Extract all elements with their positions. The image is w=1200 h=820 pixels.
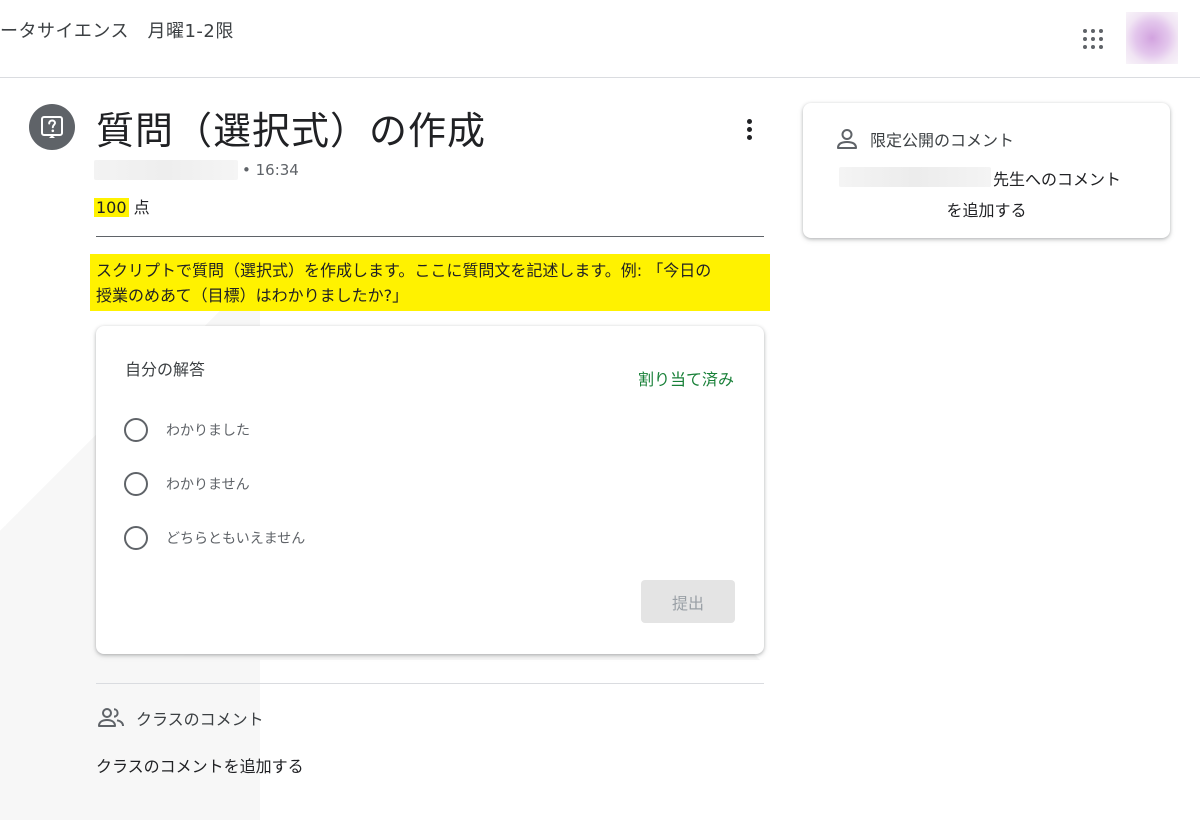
points: 100 点 xyxy=(94,194,150,218)
class-comments-label: クラスのコメント xyxy=(136,710,264,729)
author-name-redacted xyxy=(94,160,238,180)
option-label: どちらともいえません xyxy=(166,531,306,547)
private-comments-header: 限定公開のコメント xyxy=(836,127,1014,151)
private-comments-card: 限定公開のコメント 先生へのコメント を追加する xyxy=(803,103,1170,238)
instructions-line: スクリプトで質問（選択式）を作成します。ここに質問文を記述します。例: 「今日の xyxy=(96,261,712,280)
apps-grid-icon[interactable] xyxy=(1080,26,1106,52)
top-bar: ータサイエンス 月曜1-2限 xyxy=(0,0,1200,78)
add-private-comment-link[interactable]: を追加する xyxy=(803,197,1170,221)
radio-button[interactable] xyxy=(124,526,148,550)
more-vert-icon[interactable] xyxy=(736,114,762,144)
option-wakarimashita[interactable]: わかりました xyxy=(124,418,250,442)
radio-button[interactable] xyxy=(124,472,148,496)
teacher-name-redacted xyxy=(839,167,991,187)
people-icon xyxy=(98,708,124,727)
divider xyxy=(96,683,764,684)
class-comments-header: クラスのコメント xyxy=(98,706,264,730)
add-private-comment-link[interactable]: 先生へのコメント xyxy=(993,166,1121,190)
instructions-line: 授業のめあて（目標）はわかりましたか?」 xyxy=(96,286,409,305)
option-label: わかりません xyxy=(166,477,250,493)
post-time: • 16:34 xyxy=(242,161,299,179)
instructions: スクリプトで質問（選択式）を作成します。ここに質問文を記述します。例: 「今日の… xyxy=(90,254,770,311)
question-mark-icon xyxy=(29,104,75,150)
person-icon xyxy=(837,129,857,149)
radio-button[interactable] xyxy=(124,418,148,442)
option-dochiratomo[interactable]: どちらともいえません xyxy=(124,526,305,550)
option-label: わかりました xyxy=(166,423,250,439)
page-title: 質問（選択式）の作成 xyxy=(96,109,487,153)
option-wakarimasen[interactable]: わかりません xyxy=(124,472,250,496)
points-unit: 点 xyxy=(128,198,150,217)
points-value: 100 xyxy=(94,198,129,217)
submit-button[interactable]: 提出 xyxy=(641,580,735,623)
status-badge: 割り当て済み xyxy=(637,370,734,389)
add-class-comment-link[interactable]: クラスのコメントを追加する xyxy=(96,753,304,777)
divider xyxy=(96,236,764,237)
course-title[interactable]: ータサイエンス 月曜1-2限 xyxy=(0,17,234,43)
avatar[interactable] xyxy=(1126,12,1178,64)
private-comments-label: 限定公開のコメント xyxy=(870,131,1015,150)
answer-card-title: 自分の解答 xyxy=(125,360,206,379)
answer-card: 自分の解答 割り当て済み わかりました わかりません どちらともいえません 提出 xyxy=(96,326,764,654)
